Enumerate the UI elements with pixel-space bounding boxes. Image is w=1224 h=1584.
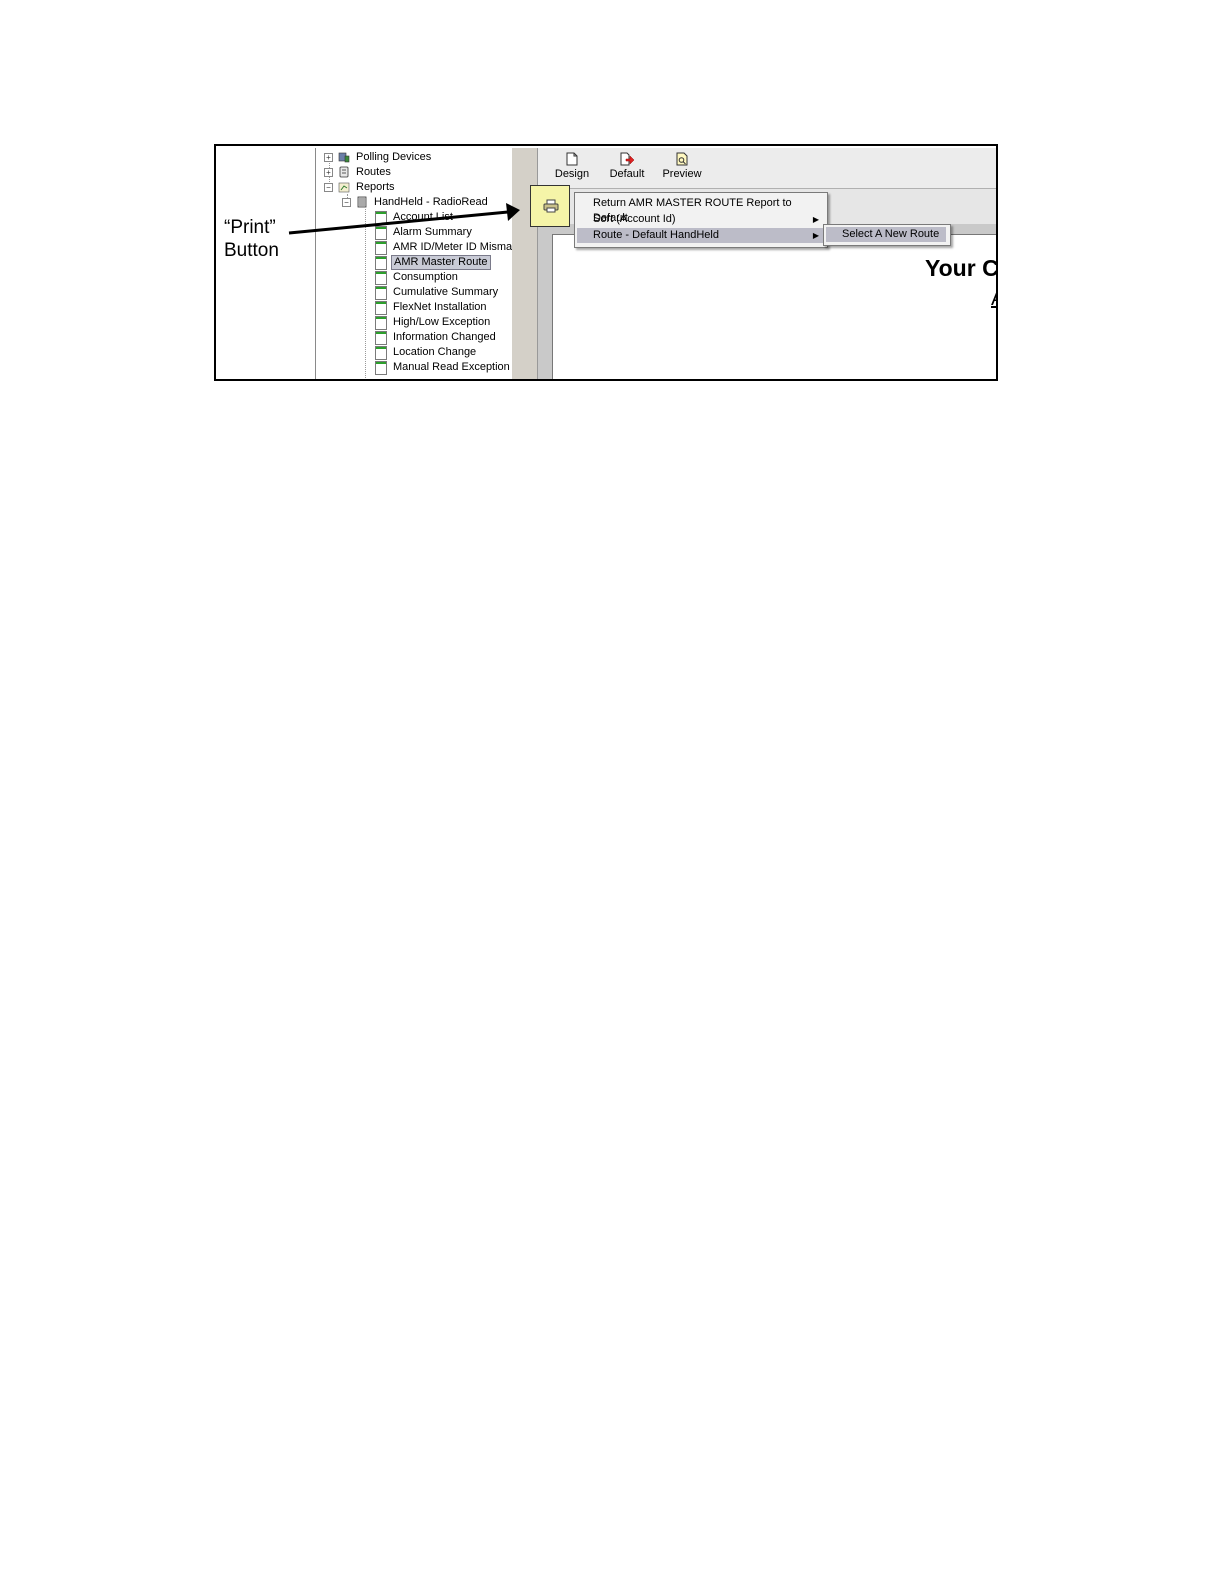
handheld-icon <box>357 196 367 208</box>
default-button[interactable]: Default <box>608 152 646 180</box>
report-icon <box>375 286 387 300</box>
tree-item-label: HandHeld - RadioRead <box>374 196 488 208</box>
report-icon <box>375 301 387 315</box>
tree-item-label: Cumulative Summary <box>393 286 499 298</box>
collapse-icon[interactable]: − <box>342 198 351 207</box>
tree-item-label: Account List <box>393 211 453 223</box>
printer-icon <box>543 199 559 213</box>
context-menu: Return AMR MASTER ROUTE Report to Defaul… <box>574 192 828 248</box>
menu-item-label: Sort (Account Id) <box>593 213 676 225</box>
polling-devices-icon <box>338 152 350 163</box>
report-icon <box>375 331 387 345</box>
report-icon <box>375 361 387 375</box>
callout-line: “Print” <box>224 217 276 238</box>
report-icon <box>375 346 387 360</box>
report-viewer: Design Default Preview 1 138 % Your C Re… <box>530 148 998 379</box>
design-button[interactable]: Design <box>554 152 590 180</box>
menu-item-select-new-route[interactable]: Select A New Route <box>826 227 946 242</box>
route-submenu: Select A New Route <box>823 224 951 246</box>
reports-icon <box>338 182 350 193</box>
callout-line: Button <box>224 240 279 261</box>
menu-item-label: Route - Default HandHeld <box>593 229 719 241</box>
preview-label: Preview <box>662 168 702 180</box>
report-icon <box>375 241 387 255</box>
menu-item-route[interactable]: Route - Default HandHeld ▶ <box>577 228 825 243</box>
preview-icon <box>676 152 688 166</box>
expand-icon[interactable]: + <box>324 153 333 162</box>
submenu-arrow-icon: ▶ <box>812 231 819 240</box>
preview-button[interactable]: Preview <box>662 152 702 180</box>
panel-splitter[interactable] <box>512 148 537 379</box>
design-icon <box>566 152 578 166</box>
report-icon <box>375 256 387 270</box>
report-icon <box>375 316 387 330</box>
report-subtitle: A <box>991 288 996 311</box>
expand-icon[interactable]: + <box>324 168 333 177</box>
report-icon <box>375 211 387 225</box>
design-label: Design <box>554 168 590 180</box>
report-icon <box>375 226 387 240</box>
print-button[interactable] <box>530 185 570 227</box>
tree-item-label: High/Low Exception <box>393 316 491 328</box>
tree-item-label: Manual Read Exception <box>393 361 510 373</box>
report-tree: + Polling Devices + Routes − Reports − H… <box>315 148 513 379</box>
menu-item-sort[interactable]: Sort (Account Id) ▶ <box>577 212 825 227</box>
tree-item-label: FlexNet Installation <box>393 301 487 313</box>
default-icon <box>620 152 634 166</box>
tree-item-label: Consumption <box>393 271 458 283</box>
menu-item-return-to-default[interactable]: Return AMR MASTER ROUTE Report to Defaul… <box>577 196 825 224</box>
tree-item-label: Information Changed <box>393 331 496 343</box>
tree-item-label: AMR ID/Meter ID Mismatc <box>393 241 513 253</box>
tree-item-label: Routes <box>356 166 391 178</box>
print-button-callout: “Print” Button <box>224 216 279 262</box>
tree-item-label: Polling Devices <box>356 151 432 163</box>
tree-guide-line <box>365 209 366 379</box>
tree-item-label-selected: AMR Master Route <box>391 255 491 270</box>
main-toolbar: Design Default Preview <box>538 148 996 189</box>
report-icon <box>375 271 387 285</box>
routes-icon <box>339 166 349 178</box>
tree-item-label: Location Change <box>393 346 477 358</box>
report-title: Your C <box>925 255 998 281</box>
report-page: Your C A <box>552 234 998 379</box>
tree-item-label: Alarm Summary <box>393 226 472 238</box>
tree-item-label: Reports <box>356 181 395 193</box>
submenu-arrow-icon: ▶ <box>812 215 819 224</box>
collapse-icon[interactable]: − <box>324 183 333 192</box>
screenshot-frame: + Polling Devices + Routes − Reports − H… <box>214 144 998 381</box>
menu-item-label: Select A New Route <box>842 228 940 240</box>
default-label: Default <box>609 168 645 180</box>
